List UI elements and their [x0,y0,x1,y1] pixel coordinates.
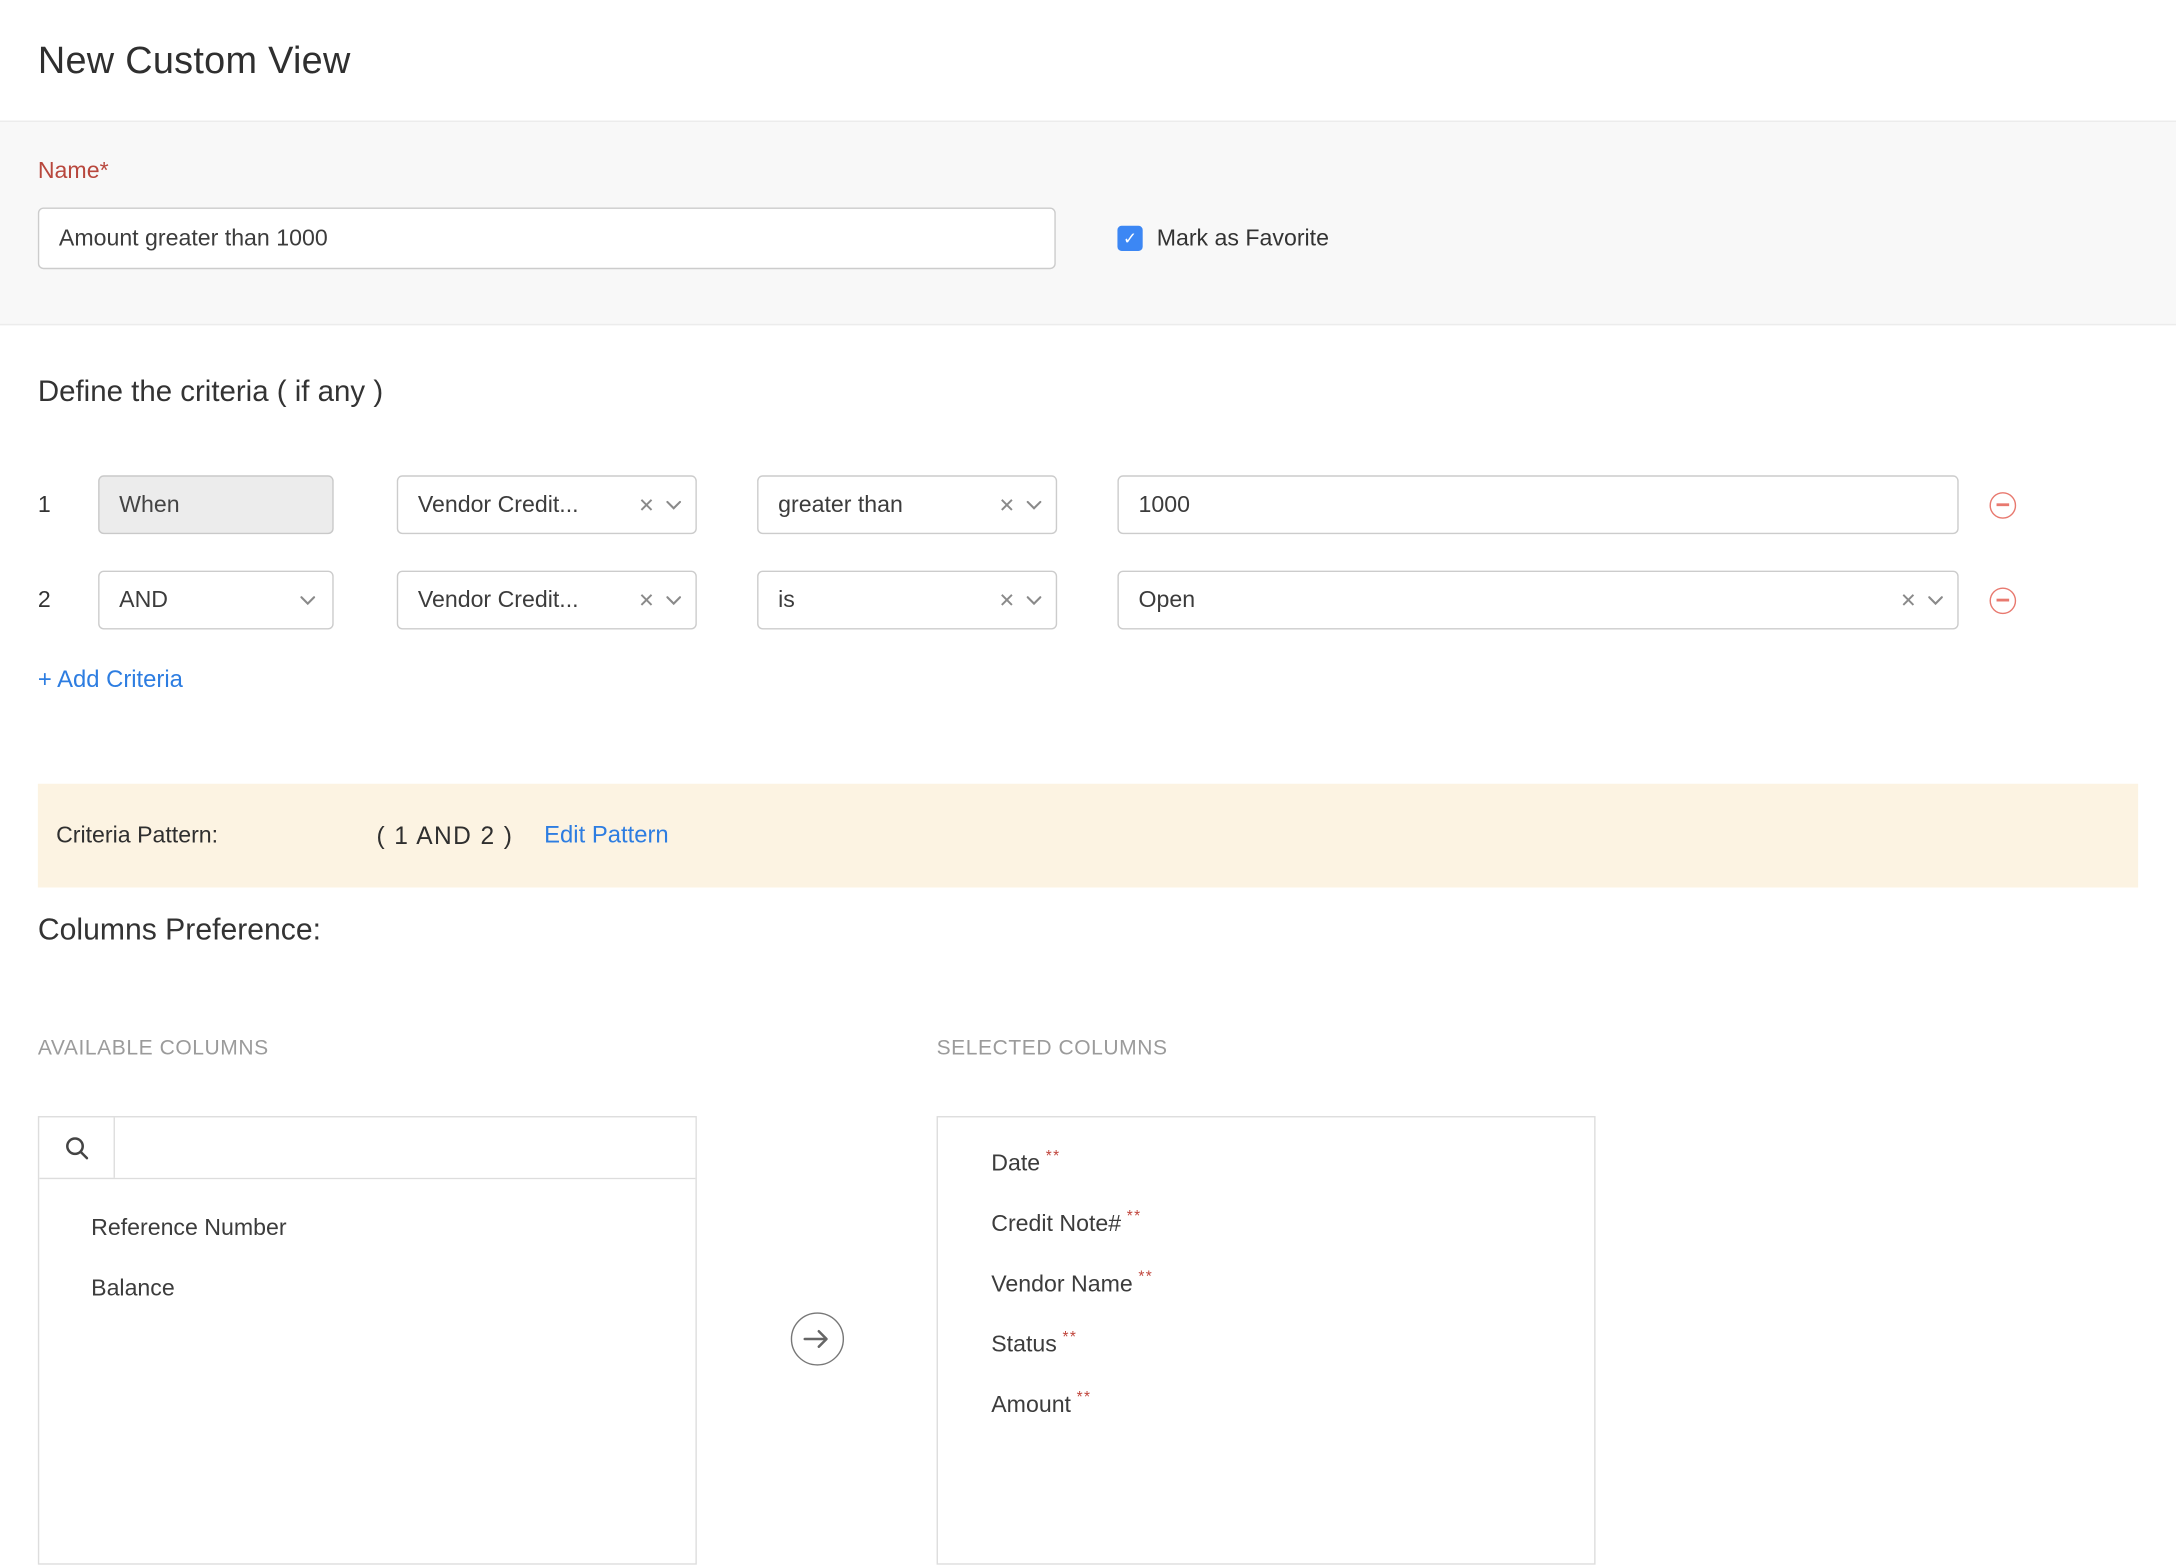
clear-operator-1-icon[interactable]: ✕ [999,495,1015,515]
criteria-value-2-select[interactable]: Open ✕ [1117,571,1958,630]
available-columns-box: Reference Number Balance [38,1116,697,1565]
clear-field-1-icon[interactable]: ✕ [638,495,654,515]
chevron-down-icon [1928,595,1943,605]
criteria-row-number: 2 [38,587,98,614]
chevron-down-icon [300,595,315,605]
page-header: New Custom View [0,0,2176,121]
when-connector-label: When [119,491,179,518]
view-name-input[interactable] [38,208,1056,270]
required-marker: ** [1138,1269,1153,1286]
move-right-button[interactable] [790,1312,843,1365]
selected-columns-title: SELECTED COLUMNS [937,1036,1596,1060]
criteria-pattern-bar: Criteria Pattern: ( 1 AND 2 ) Edit Patte… [38,784,2138,888]
chevron-down-icon [1026,500,1041,510]
favorite-control: ✓ Mark as Favorite [1117,225,1329,252]
move-controls [697,1036,937,1565]
selected-columns-panel: SELECTED COLUMNS Date ** Credit Note# ** V… [937,1036,1596,1565]
operator-select-2[interactable]: is ✕ [757,571,1057,630]
edit-pattern-link[interactable]: Edit Pattern [544,822,669,850]
selected-columns-list: Date ** Credit Note# ** Vendor Name ** Stat… [938,1117,1594,1435]
available-column-item[interactable]: Balance [39,1259,695,1319]
criteria-row-number: 1 [38,491,98,518]
field-select-2-value: Vendor Credit... [418,587,638,614]
remove-criteria-1-icon[interactable] [1990,491,2017,518]
clear-field-2-icon[interactable]: ✕ [638,590,654,610]
columns-preference-heading: Columns Preference: [0,913,2176,948]
name-section: Name* ✓ Mark as Favorite [0,121,2176,326]
clear-value-2-icon[interactable]: ✕ [1900,590,1916,610]
when-connector: When [98,475,334,534]
criteria-heading: Define the criteria ( if any ) [38,376,2138,410]
selected-column-item[interactable]: Date ** [938,1134,1594,1194]
name-label: Name* [38,158,2138,185]
required-marker: ** [1077,1389,1092,1406]
field-select-1-value: Vendor Credit... [418,491,638,518]
columns-search-input[interactable] [115,1117,695,1177]
required-marker: ** [1062,1329,1077,1346]
available-columns-panel: AVAILABLE COLUMNS Reference Number Balan… [38,1036,697,1565]
required-marker: ** [1046,1148,1061,1165]
operator-select-1-value: greater than [778,491,998,518]
criteria-row-1: 1 When Vendor Credit... ✕ greater than ✕ [38,475,2138,534]
available-columns-list: Reference Number Balance [39,1179,695,1319]
columns-search-row [39,1117,695,1179]
selected-column-item[interactable]: Credit Note# ** [938,1195,1594,1255]
field-select-2[interactable]: Vendor Credit... ✕ [397,571,697,630]
columns-preference: AVAILABLE COLUMNS Reference Number Balan… [0,1036,2176,1565]
arrow-right-icon [803,1329,831,1349]
and-or-select[interactable]: AND [98,571,334,630]
criteria-row-2: 2 AND Vendor Credit... ✕ is ✕ [38,571,2138,630]
pattern-value: ( 1 AND 2 ) [377,821,514,850]
required-marker: ** [1127,1209,1142,1226]
selected-column-label: Amount [991,1392,1071,1417]
chevron-down-icon [666,595,681,605]
favorite-label: Mark as Favorite [1157,225,1329,252]
criteria-section: Define the criteria ( if any ) 1 When Ve… [0,325,2176,694]
selected-column-label: Vendor Name [991,1272,1132,1297]
operator-select-2-value: is [778,587,998,614]
and-or-select-value: AND [119,587,168,614]
selected-columns-box: Date ** Credit Note# ** Vendor Name ** Stat… [937,1116,1596,1565]
selected-column-item[interactable]: Status ** [938,1315,1594,1375]
available-column-item[interactable]: Reference Number [39,1199,695,1259]
favorite-checkbox[interactable]: ✓ [1117,226,1142,251]
page-title: New Custom View [38,39,351,82]
available-columns-title: AVAILABLE COLUMNS [38,1036,697,1060]
new-custom-view-page: New Custom View Name* ✓ Mark as Favorite… [0,0,2176,1448]
field-select-1[interactable]: Vendor Credit... ✕ [397,475,697,534]
chevron-down-icon [1026,595,1041,605]
chevron-down-icon [666,500,681,510]
criteria-value-1-input[interactable] [1117,475,1958,534]
check-icon: ✓ [1123,230,1137,247]
selected-column-item[interactable]: Vendor Name ** [938,1255,1594,1315]
operator-select-1[interactable]: greater than ✕ [757,475,1057,534]
selected-column-item[interactable]: Amount ** [938,1375,1594,1435]
selected-column-label: Date [991,1151,1040,1176]
add-criteria-link[interactable]: + Add Criteria [38,666,183,694]
clear-operator-2-icon[interactable]: ✕ [999,590,1015,610]
selected-column-label: Credit Note# [991,1211,1121,1236]
criteria-value-2-value: Open [1138,587,1900,614]
search-icon[interactable] [39,1117,115,1177]
name-row: ✓ Mark as Favorite [38,208,2138,270]
remove-criteria-2-icon[interactable] [1990,587,2017,614]
pattern-label: Criteria Pattern: [56,822,218,849]
scale-wrapper: New Custom View Name* ✓ Mark as Favorite… [0,0,2176,1448]
selected-column-label: Status [991,1332,1057,1357]
